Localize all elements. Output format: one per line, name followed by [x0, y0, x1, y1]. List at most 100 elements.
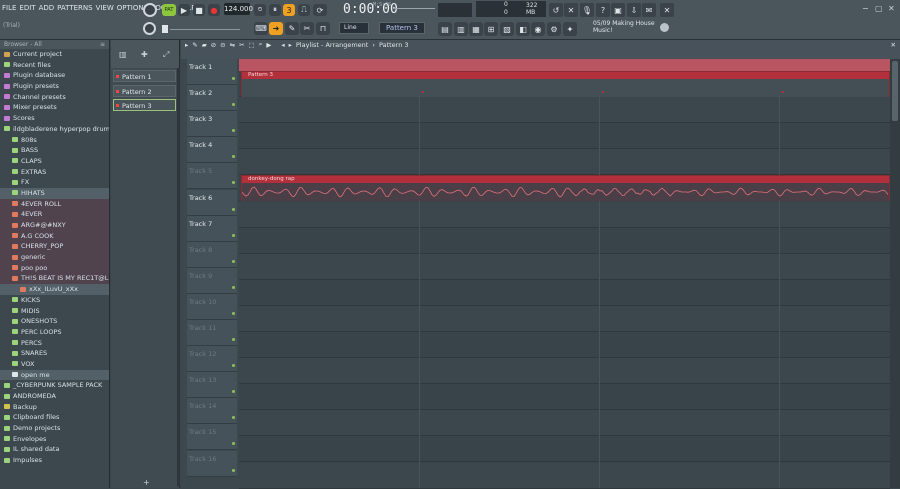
countdown-icon[interactable]: 3: [283, 4, 295, 16]
close-icon[interactable]: ✕: [660, 3, 674, 17]
track-active-led-icon[interactable]: [232, 285, 235, 289]
browser-item[interactable]: SNARES: [0, 348, 109, 359]
track-lane[interactable]: [239, 358, 890, 385]
minimize-icon[interactable]: −: [862, 4, 869, 13]
touch-controller-icon[interactable]: ◉: [531, 22, 545, 36]
browser-item[interactable]: IL shared data: [0, 444, 109, 455]
browser-item[interactable]: ARG#@#NXY: [0, 220, 109, 231]
track-header[interactable]: Track 9: [187, 267, 237, 294]
browser-item[interactable]: EXTRAS: [0, 167, 109, 178]
pitch-slider-handle[interactable]: [162, 25, 168, 33]
track-header[interactable]: Track 12: [187, 346, 237, 373]
track-header[interactable]: Track 10: [187, 293, 237, 320]
maximize-icon[interactable]: ▢: [875, 4, 883, 13]
tool-mute-icon[interactable]: ⊝: [220, 41, 225, 49]
timeline-ruler[interactable]: [239, 59, 890, 71]
pattern-clip[interactable]: Pattern 3: [241, 71, 890, 97]
browser-item[interactable]: A.G COOK: [0, 230, 109, 242]
pattern-item[interactable]: Pattern 3: [113, 99, 176, 111]
browser-item[interactable]: VOX: [0, 359, 109, 370]
tool-play-icon[interactable]: ▶: [266, 41, 271, 49]
track-active-led-icon[interactable]: [232, 442, 235, 446]
tool-select-icon[interactable]: ⬚: [249, 41, 255, 49]
track-active-led-icon[interactable]: [232, 311, 235, 315]
loop-record-icon[interactable]: ⟳: [313, 4, 327, 16]
browser-item[interactable]: Clipboard files: [0, 412, 109, 423]
browser-item[interactable]: BASS: [0, 145, 109, 156]
browser-item[interactable]: generic: [0, 252, 109, 263]
browser-item[interactable]: Mixer presets: [0, 102, 109, 113]
browser-item[interactable]: xXx_ILuvU_xXx: [0, 284, 109, 295]
paint-tool-icon[interactable]: ✎: [285, 22, 299, 35]
pattern-add-icon[interactable]: ✚: [141, 50, 148, 59]
playlist-scrollbar[interactable]: [890, 59, 900, 488]
track-header[interactable]: Track 1: [187, 59, 237, 85]
track-header[interactable]: Track 3: [187, 111, 237, 138]
track-active-led-icon[interactable]: [232, 129, 235, 133]
draw-tool-icon[interactable]: ➜: [269, 22, 283, 35]
browser-item[interactable]: poo poo: [0, 262, 109, 274]
browser-item[interactable]: HIHATS: [0, 187, 109, 199]
blend-notes-icon[interactable]: ⎍: [298, 4, 310, 16]
mixer-icon[interactable]: ⊞: [484, 22, 498, 36]
track-lane[interactable]: [239, 253, 890, 280]
magnet-icon[interactable]: ⊓: [316, 22, 330, 35]
track-header[interactable]: Track 14: [187, 398, 237, 425]
track-lane[interactable]: [239, 462, 890, 489]
browser-item[interactable]: CHERRY_POP: [0, 241, 109, 253]
track-header[interactable]: Track 6: [187, 189, 237, 216]
channel-rack-icon[interactable]: ▦: [469, 22, 483, 36]
browser-item[interactable]: open me: [0, 369, 109, 381]
track-lane[interactable]: [239, 436, 890, 463]
snap-selector[interactable]: Line: [339, 22, 369, 34]
wrench-icon[interactable]: ⚙: [547, 22, 561, 36]
track-active-led-icon[interactable]: [232, 259, 235, 263]
browser-item[interactable]: Impulses: [0, 455, 109, 466]
playlist-scrollbar-thumb[interactable]: [892, 61, 898, 121]
main-volume-knob[interactable]: [143, 3, 157, 17]
track-header[interactable]: Track 7: [187, 215, 237, 242]
browser-item[interactable]: Channel presets: [0, 92, 109, 103]
main-pitch-bar[interactable]: [170, 29, 240, 30]
browser-item[interactable]: 808s: [0, 135, 109, 146]
track-header[interactable]: Track 4: [187, 137, 237, 164]
track-lane[interactable]: [239, 280, 890, 306]
browser-item[interactable]: Plugin database: [0, 70, 109, 81]
menu-add[interactable]: ADD: [39, 4, 55, 16]
menu-patterns[interactable]: PATTERNS: [57, 4, 92, 16]
menu-view[interactable]: VIEW: [96, 4, 114, 16]
track-active-led-icon[interactable]: [232, 338, 235, 341]
track-active-led-icon[interactable]: [232, 364, 235, 368]
browser-item[interactable]: Envelopes: [0, 434, 109, 445]
export-icon[interactable]: ⇩: [627, 3, 641, 17]
playlist-arrow-icon[interactable]: ▸: [289, 41, 292, 49]
track-active-led-icon[interactable]: [232, 468, 235, 472]
browser-item[interactable]: Backup: [0, 402, 109, 413]
browser-item[interactable]: Demo projects: [0, 423, 109, 434]
tool-slice-icon[interactable]: ✂: [239, 41, 244, 49]
pattern-item[interactable]: Pattern 2: [113, 84, 176, 97]
play-button[interactable]: ▶: [178, 4, 190, 16]
track-header[interactable]: Track 2: [187, 85, 237, 112]
tool-delete-icon[interactable]: ⊘: [211, 41, 216, 49]
browser-item[interactable]: Recent files: [0, 60, 109, 71]
pattern-list-icon[interactable]: ▥: [119, 50, 127, 59]
track-lane[interactable]: [239, 332, 890, 358]
browser-item[interactable]: MIDIS: [0, 306, 109, 317]
track-lane[interactable]: [239, 410, 890, 437]
tool-draw-icon[interactable]: ✎: [192, 41, 197, 49]
menu-edit[interactable]: EDIT: [19, 4, 35, 16]
help-icon[interactable]: ?: [596, 3, 610, 17]
track-lane[interactable]: [239, 228, 890, 254]
master-pitch-slider[interactable]: [395, 8, 435, 9]
track-active-led-icon[interactable]: [232, 155, 235, 159]
master-pitch-knob[interactable]: [143, 22, 156, 35]
audio-clip[interactable]: donkey-dong rap: [241, 175, 890, 202]
browser-item[interactable]: _CYBERPUNK SAMPLE PACK: [0, 380, 109, 391]
news-icon[interactable]: ✦: [563, 22, 577, 36]
cut-icon[interactable]: ✕: [564, 3, 578, 17]
track-header[interactable]: Track 15: [187, 424, 237, 451]
track-header[interactable]: Track 5: [187, 163, 237, 190]
typing-keyboard-icon[interactable]: ⌨: [254, 22, 268, 35]
stop-button[interactable]: ■: [193, 4, 205, 16]
